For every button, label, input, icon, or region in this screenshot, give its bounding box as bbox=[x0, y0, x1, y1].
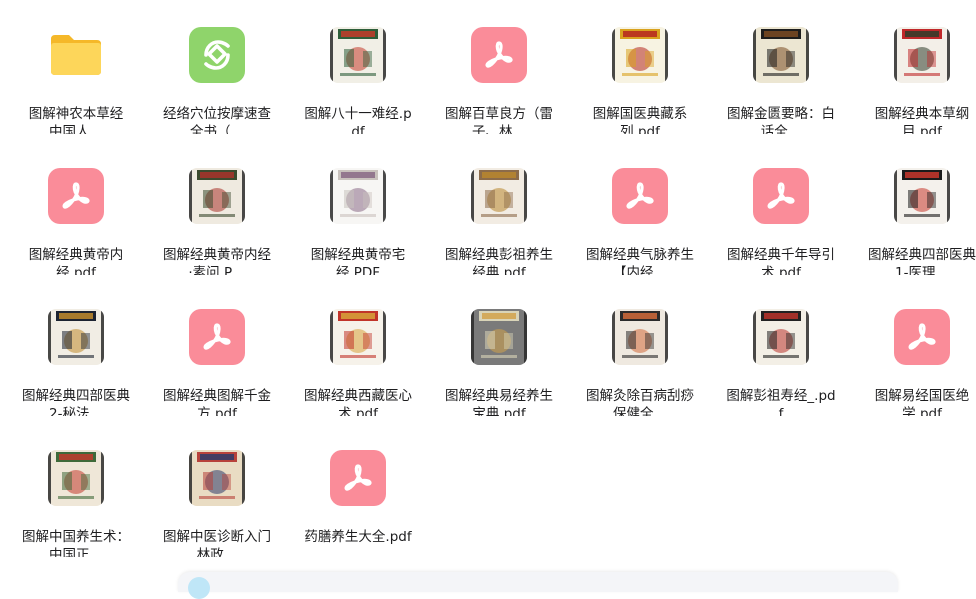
assistant-icon[interactable] bbox=[188, 577, 210, 599]
file-item[interactable]: 图解八十一难经.pdf bbox=[298, 0, 418, 134]
file-item[interactable]: 图解神农本草经 中国人… bbox=[16, 0, 136, 134]
book-cover-thumbnail bbox=[612, 27, 668, 83]
file-name: 图解经典本草纲目.pdf bbox=[874, 106, 970, 134]
file-item[interactable]: 图解经典西藏医心术.pdf bbox=[298, 282, 418, 416]
file-item[interactable]: 图解彭祖寿经_.pdf bbox=[721, 282, 841, 416]
book-cover-thumbnail bbox=[471, 309, 527, 365]
file-item[interactable]: 图解经典图解千金方.pdf bbox=[157, 282, 277, 416]
book-cover-thumbnail bbox=[612, 309, 668, 365]
file-item[interactable]: 图解金匮要略：白话全… bbox=[721, 0, 841, 134]
book-cover-thumbnail bbox=[189, 168, 245, 224]
file-item[interactable]: 图解易经国医绝学.pdf bbox=[862, 282, 976, 416]
file-item[interactable]: 图解中国养生术：中国正… bbox=[16, 423, 136, 557]
file-item[interactable]: 图解百草良方（雷子、林… bbox=[439, 0, 559, 134]
file-item[interactable]: 图解经典彭祖养生经典.pdf bbox=[439, 141, 559, 275]
bottom-toolbar[interactable] bbox=[178, 572, 898, 599]
file-item[interactable]: 图解经典黄帝内经·素问.P… bbox=[157, 141, 277, 275]
file-name: 图解经典彭祖养生经典.pdf bbox=[445, 247, 553, 275]
book-cover-thumbnail bbox=[894, 168, 950, 224]
file-grid: 图解神农本草经 中国人… 经络穴位按摩速查全书（… 图解八十一难经.pdf 图解百草良… bbox=[0, 0, 976, 582]
folder-icon bbox=[48, 27, 104, 83]
file-name: 图解经典黄帝内经·素问.P… bbox=[163, 247, 271, 275]
file-name: 图解八十一难经.pdf bbox=[304, 106, 412, 134]
book-cover-thumbnail bbox=[753, 309, 809, 365]
file-name: 图解灸除百病刮痧保健全… bbox=[586, 388, 694, 416]
file-item[interactable]: 图解灸除百病刮痧保健全… bbox=[580, 282, 700, 416]
pdf-file-icon bbox=[48, 168, 104, 224]
file-name: 经络穴位按摩速查全书（… bbox=[163, 106, 271, 134]
file-item[interactable]: 图解经典易经养生宝典.pdf bbox=[439, 282, 559, 416]
book-cover-thumbnail bbox=[330, 168, 386, 224]
file-name: 图解经典黄帝内经.pdf bbox=[28, 247, 124, 275]
pdf-file-icon bbox=[330, 450, 386, 506]
file-item[interactable]: 图解经典黄帝内经.pdf bbox=[16, 141, 136, 275]
ebook-file-icon bbox=[189, 27, 245, 83]
file-name: 图解经典四部医典1-医理… bbox=[868, 247, 976, 275]
file-item[interactable]: 图解经典黄帝宅经.PDF bbox=[298, 141, 418, 275]
file-name: 图解国医典藏系列.pdf bbox=[592, 106, 688, 134]
book-cover-thumbnail bbox=[48, 309, 104, 365]
file-name: 图解金匮要略：白话全… bbox=[727, 106, 835, 134]
file-name: 图解经典千年导引术.pdf bbox=[727, 247, 835, 275]
file-name: 图解易经国医绝学.pdf bbox=[874, 388, 970, 416]
file-item[interactable]: 图解经典气脉养生【内经… bbox=[580, 141, 700, 275]
file-item[interactable]: 药膳养生大全.pdf bbox=[298, 423, 418, 557]
file-item[interactable]: 图解中医诊断入门 林政… bbox=[157, 423, 277, 557]
file-item[interactable]: 图解经典千年导引术.pdf bbox=[721, 141, 841, 275]
pdf-file-icon bbox=[189, 309, 245, 365]
pdf-file-icon bbox=[753, 168, 809, 224]
file-item[interactable]: 图解经典本草纲目.pdf bbox=[862, 0, 976, 134]
file-name: 图解经典气脉养生【内经… bbox=[586, 247, 694, 275]
file-name: 图解百草良方（雷子、林… bbox=[445, 106, 553, 134]
book-cover-thumbnail bbox=[471, 168, 527, 224]
file-name: 图解中国养生术：中国正… bbox=[22, 529, 130, 557]
pdf-file-icon bbox=[471, 27, 527, 83]
file-name: 图解中医诊断入门 林政… bbox=[163, 529, 271, 557]
file-name: 图解经典易经养生宝典.pdf bbox=[445, 388, 553, 416]
file-item[interactable]: 图解国医典藏系列.pdf bbox=[580, 0, 700, 134]
book-cover-thumbnail bbox=[894, 27, 950, 83]
file-name: 图解经典黄帝宅经.PDF bbox=[310, 247, 406, 275]
file-item[interactable]: 图解经典四部医典1-医理… bbox=[862, 141, 976, 275]
book-cover-thumbnail bbox=[189, 450, 245, 506]
book-cover-thumbnail bbox=[330, 27, 386, 83]
file-name: 药膳养生大全.pdf bbox=[304, 529, 412, 545]
book-cover-thumbnail bbox=[48, 450, 104, 506]
book-cover-thumbnail bbox=[753, 27, 809, 83]
pdf-file-icon bbox=[612, 168, 668, 224]
file-item[interactable]: 经络穴位按摩速查全书（… bbox=[157, 0, 277, 134]
file-name: 图解神农本草经 中国人… bbox=[28, 106, 124, 134]
file-item[interactable]: 图解经典四部医典2-秘法… bbox=[16, 282, 136, 416]
pdf-file-icon bbox=[894, 309, 950, 365]
file-name: 图解经典图解千金方.pdf bbox=[163, 388, 271, 416]
file-name: 图解经典西藏医心术.pdf bbox=[304, 388, 412, 416]
book-cover-thumbnail bbox=[330, 309, 386, 365]
file-name: 图解彭祖寿经_.pdf bbox=[726, 388, 836, 416]
file-name: 图解经典四部医典2-秘法… bbox=[22, 388, 130, 416]
